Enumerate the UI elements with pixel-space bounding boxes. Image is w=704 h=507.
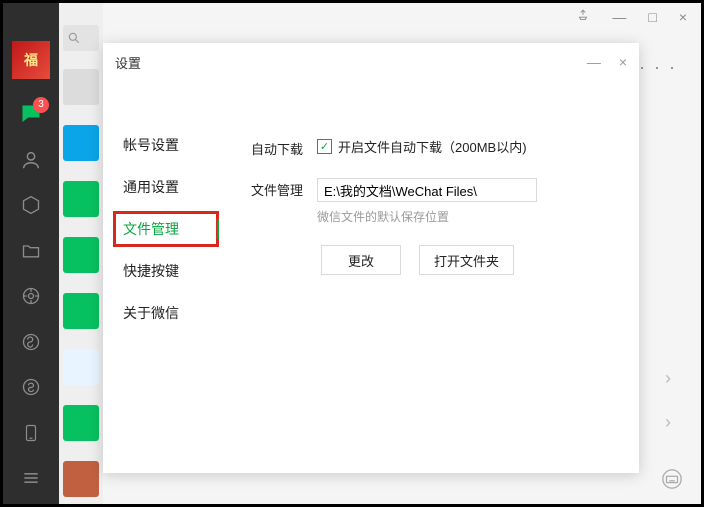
chat-avatar [63,69,99,105]
menu-icon[interactable] [11,459,51,499]
dialog-titlebar: 设置 — × [103,43,639,81]
file-path-hint: 微信文件的默认保存位置 [317,208,615,225]
side-row-1[interactable]: › [633,359,681,397]
tab-account[interactable]: 帐号设置 [119,133,213,157]
checkbox-icon: ✓ [317,139,332,154]
chat-list-item[interactable] [59,339,103,395]
chat-list-item[interactable] [59,115,103,171]
dialog-minimize-button[interactable]: — [587,54,601,70]
keyboard-icon[interactable] [661,468,683,490]
chat-avatar [63,181,99,217]
unread-badge: 3 [33,97,49,113]
search-input[interactable] [63,25,99,51]
chat-avatar [63,125,99,161]
contacts-icon[interactable] [11,140,51,180]
side-row-2[interactable]: › [633,403,681,441]
tab-general[interactable]: 通用设置 [119,175,213,199]
chats-tab-icon[interactable]: 3 [11,95,51,135]
miniapp-icon[interactable] [11,368,51,408]
chat-list-item[interactable] [59,171,103,227]
file-path-input[interactable] [317,178,537,202]
favorites-icon[interactable] [11,186,51,226]
close-button[interactable]: × [679,9,687,25]
file-mgmt-label: 文件管理 [233,178,303,199]
moments-icon[interactable] [11,277,51,317]
chat-avatar [63,237,99,273]
chat-list-item[interactable] [59,227,103,283]
pin-button[interactable] [576,9,590,25]
tab-file-management[interactable]: 文件管理 [119,217,213,241]
chat-avatar [63,461,99,497]
window-controls: — □ × [576,9,687,25]
avatar-text: 福 [24,53,38,67]
change-button[interactable]: 更改 [321,245,401,275]
chat-avatar [63,293,99,329]
chat-list-item[interactable] [59,59,103,115]
settings-tab-list: 帐号设置 通用设置 文件管理 快捷按键 关于微信 [103,81,213,473]
minimize-button[interactable]: — [612,9,626,25]
chat-avatar [63,349,99,385]
more-icon[interactable]: · · · [639,57,677,78]
tab-shortcut[interactable]: 快捷按键 [119,259,213,283]
chevron-right-icon: › [665,412,671,433]
avatar[interactable]: 福 [12,41,50,79]
tab-about[interactable]: 关于微信 [119,301,213,325]
auto-download-text: 开启文件自动下载（200MB以内) [338,137,527,156]
maximize-button[interactable]: □ [648,9,656,25]
open-folder-button[interactable]: 打开文件夹 [419,245,514,275]
phone-icon[interactable] [11,413,51,453]
chat-list-item[interactable] [59,283,103,339]
dialog-title: 设置 [115,53,569,72]
settings-dialog: 设置 — × 帐号设置 通用设置 文件管理 快捷按键 关于微信 自动下载 ✓ 开… [103,43,639,473]
chevron-right-icon: › [665,368,671,389]
settings-content: 自动下载 ✓ 开启文件自动下载（200MB以内) 文件管理 微信文件的默认保存位… [213,81,639,473]
auto-download-label: 自动下载 [233,137,303,158]
auto-download-checkbox[interactable]: ✓ 开启文件自动下载（200MB以内) [317,137,615,156]
dialog-close-button[interactable]: × [619,54,627,70]
left-sidebar: 福 3 [3,3,59,504]
chat-list-item[interactable] [59,451,103,504]
files-icon[interactable] [11,231,51,271]
chat-list-column [59,3,103,504]
chat-avatar [63,405,99,441]
chat-list-item[interactable] [59,395,103,451]
miniprogram-icon[interactable] [11,322,51,362]
